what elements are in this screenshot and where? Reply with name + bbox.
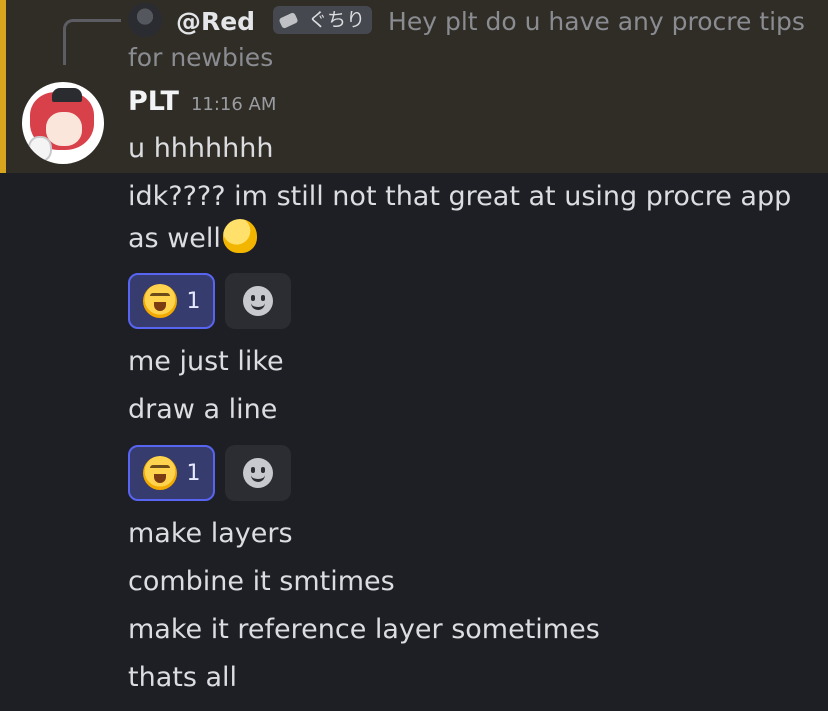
message-line: u hhhhhhh bbox=[128, 128, 808, 170]
reaction-bar: 1 bbox=[128, 445, 291, 501]
avatar-hand bbox=[28, 136, 52, 162]
reaction-count: 1 bbox=[186, 460, 201, 486]
message-line: thats all bbox=[128, 657, 808, 699]
message-timestamp[interactable]: 11:16 AM bbox=[191, 94, 276, 115]
author-name[interactable]: PLT bbox=[128, 86, 179, 117]
smile-icon bbox=[243, 458, 273, 488]
message-text: make it reference layer sometimes bbox=[128, 614, 600, 645]
smile-icon bbox=[243, 286, 273, 316]
message-line: combine it smtimes bbox=[128, 561, 808, 603]
loudly-crying-face-icon bbox=[142, 456, 177, 490]
reply-avatar[interactable] bbox=[128, 3, 162, 37]
message-text: combine it smtimes bbox=[128, 566, 395, 597]
reply-author[interactable]: @Red bbox=[176, 7, 255, 36]
reaction-bar: 1 bbox=[128, 273, 291, 329]
reaction-crying[interactable]: 1 bbox=[128, 273, 215, 329]
mention-highlight-bar bbox=[0, 0, 6, 173]
message-line: draw a line bbox=[128, 389, 808, 431]
tag-icon bbox=[278, 11, 299, 30]
message-line: me just like bbox=[128, 341, 808, 383]
message-line: make layers bbox=[128, 513, 808, 555]
loudly-crying-face-icon bbox=[142, 284, 177, 318]
reaction-crying[interactable]: 1 bbox=[128, 445, 215, 501]
avatar-face bbox=[46, 112, 82, 146]
reply-connector-line bbox=[63, 19, 121, 65]
message-text: make layers bbox=[128, 518, 293, 549]
message-line: make it reference layer sometimes bbox=[128, 609, 808, 651]
reply-preview[interactable]: @Red ぐちり Hey plt do u have any procre ti… bbox=[128, 3, 808, 76]
avatar-cap bbox=[52, 88, 82, 102]
author-avatar[interactable] bbox=[22, 82, 104, 164]
message-text: thats all bbox=[128, 662, 238, 693]
message-text: draw a line bbox=[128, 394, 278, 425]
add-reaction-button[interactable] bbox=[225, 445, 291, 501]
add-reaction-button[interactable] bbox=[225, 273, 291, 329]
role-tag-label: ぐちり bbox=[308, 9, 366, 31]
message-text: u hhhhhhh bbox=[128, 133, 274, 164]
melting-face-icon bbox=[222, 218, 257, 253]
message-text: me just like bbox=[128, 346, 284, 377]
message-line: idk???? im still not that great at using… bbox=[128, 176, 808, 260]
reaction-count: 1 bbox=[186, 288, 201, 314]
message-header: PLT 11:16 AM bbox=[128, 86, 276, 126]
reply-role-tag[interactable]: ぐちり bbox=[273, 6, 373, 34]
